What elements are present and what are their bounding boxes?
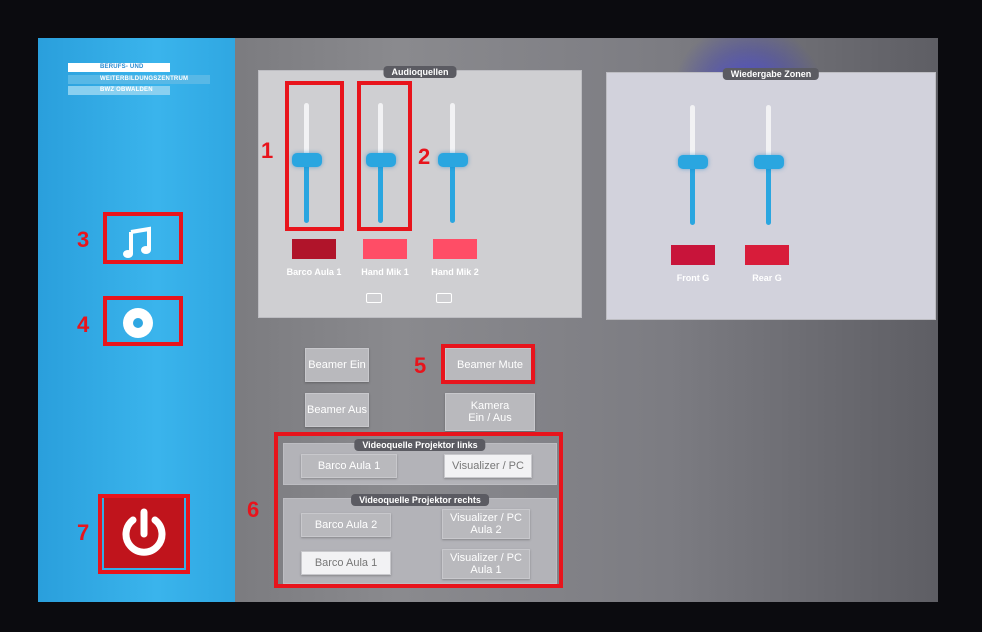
annotation-box-4 (103, 296, 183, 346)
annotation-box-1 (285, 81, 344, 231)
beamer-on-button[interactable]: Beamer Ein (305, 348, 369, 382)
playback-zones-panel: Wiedergabe Zonen Front G Rear G (606, 68, 936, 320)
level-meter-front-g (671, 245, 715, 265)
callout-4: 4 (77, 312, 90, 337)
slider-front-g[interactable] (675, 105, 709, 235)
slider-thumb[interactable] (438, 153, 468, 167)
annotation-box-7 (98, 494, 190, 574)
level-meter-hand-mik-1 (363, 239, 407, 259)
slider-thumb[interactable] (754, 155, 784, 169)
channel-label-rear-g: Rear G (752, 273, 782, 283)
annotation-box-3 (103, 212, 183, 264)
callout-2: 2 (418, 144, 431, 169)
mute-toggle-hand-mik-1[interactable] (366, 293, 382, 303)
annotation-box-6 (274, 432, 563, 588)
logo-line-2: WEITERBILDUNGSZENTRUM (68, 75, 210, 84)
level-meter-barco-aula-1 (292, 239, 336, 259)
callout-3: 3 (77, 227, 90, 252)
channel-label-barco-aula-1: Barco Aula 1 (286, 267, 342, 277)
camera-toggle-button[interactable]: Kamera Ein / Aus (445, 393, 535, 431)
slider-hand-mik-2[interactable] (435, 103, 469, 233)
slider-thumb[interactable] (678, 155, 708, 169)
callout-1: 1 (261, 138, 274, 163)
callout-6: 6 (247, 497, 260, 522)
channel-label-hand-mik-2: Hand Mik 2 (431, 267, 479, 277)
callout-7: 7 (77, 520, 90, 545)
channel-label-front-g: Front G (676, 273, 710, 283)
playback-zones-title: Wiedergabe Zonen (722, 68, 820, 80)
logo-line-1: BERUFS- UND (68, 63, 170, 72)
annotation-box-5 (441, 344, 535, 384)
slider-rear-g[interactable] (751, 105, 785, 235)
audio-sources-title: Audioquellen (383, 66, 457, 78)
level-meter-rear-g (745, 245, 789, 265)
channel-label-hand-mik-1: Hand Mik 1 (361, 267, 409, 277)
annotation-box-2 (357, 81, 412, 231)
mute-toggle-hand-mik-2[interactable] (436, 293, 452, 303)
level-meter-hand-mik-2 (433, 239, 477, 259)
logo-line-3: BWZ OBWALDEN (68, 86, 170, 95)
callout-5: 5 (414, 353, 427, 378)
beamer-off-button[interactable]: Beamer Aus (305, 393, 369, 427)
